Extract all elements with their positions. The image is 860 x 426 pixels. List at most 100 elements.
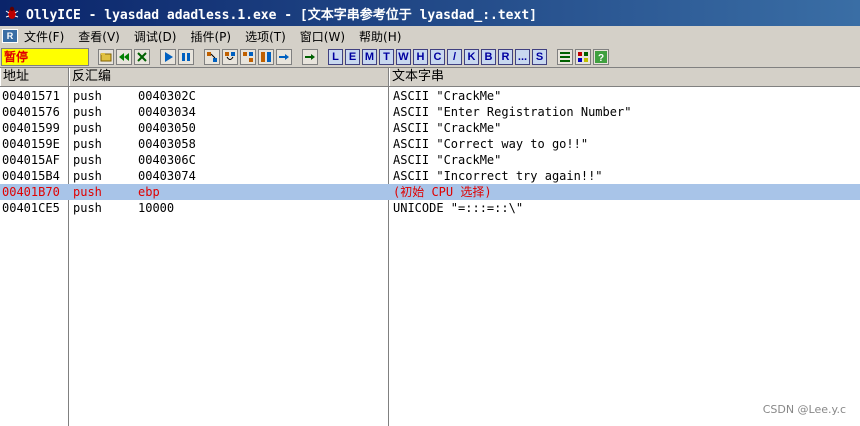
goto-button[interactable] [302, 48, 318, 65]
trace-into-icon [243, 51, 253, 62]
step-into-icon [207, 51, 217, 62]
grid-view-button[interactable] [575, 48, 591, 65]
header-address[interactable]: 地址 [0, 68, 69, 86]
run-trace-window-button[interactable]: ... [515, 48, 530, 65]
menu-plugins[interactable]: 插件(P) [190, 28, 231, 45]
row-operand: ebp [138, 185, 160, 199]
row-operand: 00403050 [138, 121, 196, 135]
call-stack-window-button[interactable]: K [464, 48, 479, 65]
threads-window-button[interactable]: T [379, 48, 394, 65]
breakpoints-window-button[interactable]: B [481, 48, 496, 65]
row-address: 0040159E [2, 137, 60, 151]
system-menu-button[interactable]: R [2, 29, 18, 43]
row-opcode: push [73, 121, 102, 135]
row-address: 00401576 [2, 105, 60, 119]
row-text: ASCII "Correct way to go!!" [393, 137, 589, 151]
rewind-icon [119, 52, 129, 61]
step-into-button[interactable] [204, 48, 220, 65]
row-text: ASCII "CrackMe" [393, 121, 502, 135]
row-opcode: push [73, 105, 102, 119]
list-icon [560, 51, 570, 62]
return-icon [279, 53, 289, 60]
grid-icon [578, 51, 588, 62]
strings-list: 00401571 push 0040302C ASCII "CrackMe" 0040… [0, 88, 860, 216]
row-address: 004015AF [2, 153, 60, 167]
table-row[interactable]: 00401599 push 00403050 ASCII "CrackMe" [0, 120, 860, 136]
table-row[interactable]: 004015B4 push 00403074 ASCII "Incorrect try… [0, 168, 860, 184]
column-headers: 地址 反汇编 文本字串 [0, 68, 860, 87]
row-address: 00401571 [2, 89, 60, 103]
cpu-window-button[interactable]: C [430, 48, 445, 65]
step-over-icon [225, 51, 235, 60]
menu-view[interactable]: 查看(V) [78, 28, 120, 45]
row-address: 004015B4 [2, 169, 60, 183]
status-indicator: 暂停 [1, 47, 89, 66]
step-over-button[interactable] [222, 48, 238, 65]
row-operand: 0040302C [138, 89, 196, 103]
modules-window-button[interactable]: E [345, 48, 360, 65]
list-view-button[interactable] [557, 48, 573, 65]
table-row[interactable]: 00401571 push 0040302C ASCII "CrackMe" [0, 88, 860, 104]
row-opcode: push [73, 185, 102, 199]
menu-bar: R 文件(F) 查看(V) 调试(D) 插件(P) 选项(T) 窗口(W) 帮助… [0, 26, 860, 46]
table-row[interactable]: 004015AF push 0040306C ASCII "CrackMe" [0, 152, 860, 168]
row-opcode: push [73, 89, 102, 103]
row-address: 00401B70 [2, 185, 60, 199]
table-row[interactable]: 00401576 push 00403034 ASCII "Enter Registr… [0, 104, 860, 120]
row-opcode: push [73, 169, 102, 183]
help-icon: ? [595, 50, 607, 63]
title-bar: OllyICE - lyasdad adadless.1.exe - [文本字串… [0, 0, 860, 26]
row-text: UNICODE "=:::=::\" [393, 201, 524, 215]
ollydbg-bug-icon [5, 6, 19, 19]
table-row-selected[interactable]: 00401B70 push ebp (初始 CPU 选择) [0, 184, 860, 200]
row-address: 00401599 [2, 121, 60, 135]
toolbar: 暂停 L E M T W H C / K B R ... S ? [0, 46, 860, 68]
close-button[interactable] [134, 48, 150, 65]
goto-arrow-icon [305, 53, 315, 60]
row-text: ASCII "CrackMe" [393, 153, 502, 167]
pause-icon [182, 52, 190, 61]
pause-button[interactable] [178, 48, 194, 65]
run-button[interactable] [160, 48, 176, 65]
menu-file[interactable]: 文件(F) [24, 28, 64, 45]
row-text: ASCII "Incorrect try again!!" [393, 169, 603, 183]
menu-help[interactable]: 帮助(H) [359, 28, 401, 45]
row-opcode: push [73, 153, 102, 167]
trace-over-button[interactable] [258, 48, 274, 65]
log-window-button[interactable]: L [328, 48, 343, 65]
help-button[interactable]: ? [593, 48, 609, 65]
row-operand: 00403074 [138, 169, 196, 183]
row-text: ASCII "CrackMe" [393, 89, 502, 103]
menu-debug[interactable]: 调试(D) [134, 28, 177, 45]
row-opcode: push [73, 201, 102, 215]
memory-window-button[interactable]: M [362, 48, 377, 65]
header-text-string[interactable]: 文本字串 [389, 68, 860, 86]
row-text: ASCII "Enter Registration Number" [393, 105, 632, 119]
row-address: 00401CE5 [2, 201, 60, 215]
header-disassembly[interactable]: 反汇编 [69, 68, 389, 86]
row-operand: 0040306C [138, 153, 196, 167]
row-text: (初始 CPU 选择) [393, 185, 492, 199]
patches-window-button[interactable]: / [447, 48, 462, 65]
open-file-button[interactable] [98, 48, 114, 65]
handles-window-button[interactable]: H [413, 48, 428, 65]
source-window-button[interactable]: S [532, 48, 547, 65]
table-row[interactable]: 0040159E push 00403058 ASCII "Correct way t… [0, 136, 860, 152]
row-operand: 10000 [138, 201, 175, 215]
menu-window[interactable]: 窗口(W) [300, 28, 345, 45]
row-operand: 00403034 [138, 105, 196, 119]
row-operand: 00403058 [138, 137, 196, 151]
trace-over-icon [261, 51, 271, 62]
open-folder-icon [100, 52, 112, 61]
windows-window-button[interactable]: W [396, 48, 411, 65]
play-icon [165, 51, 173, 62]
execute-till-return-button[interactable] [276, 48, 292, 65]
menu-options[interactable]: 选项(T) [245, 28, 286, 45]
trace-into-button[interactable] [240, 48, 256, 65]
row-opcode: push [73, 137, 102, 151]
watermark: CSDN @Lee.y.c [762, 403, 846, 416]
restart-button[interactable] [116, 48, 132, 65]
references-window-button[interactable]: R [498, 48, 513, 65]
table-row[interactable]: 00401CE5 push 10000 UNICODE "=:::=::\" [0, 200, 860, 216]
svg-text:?: ? [598, 53, 604, 63]
